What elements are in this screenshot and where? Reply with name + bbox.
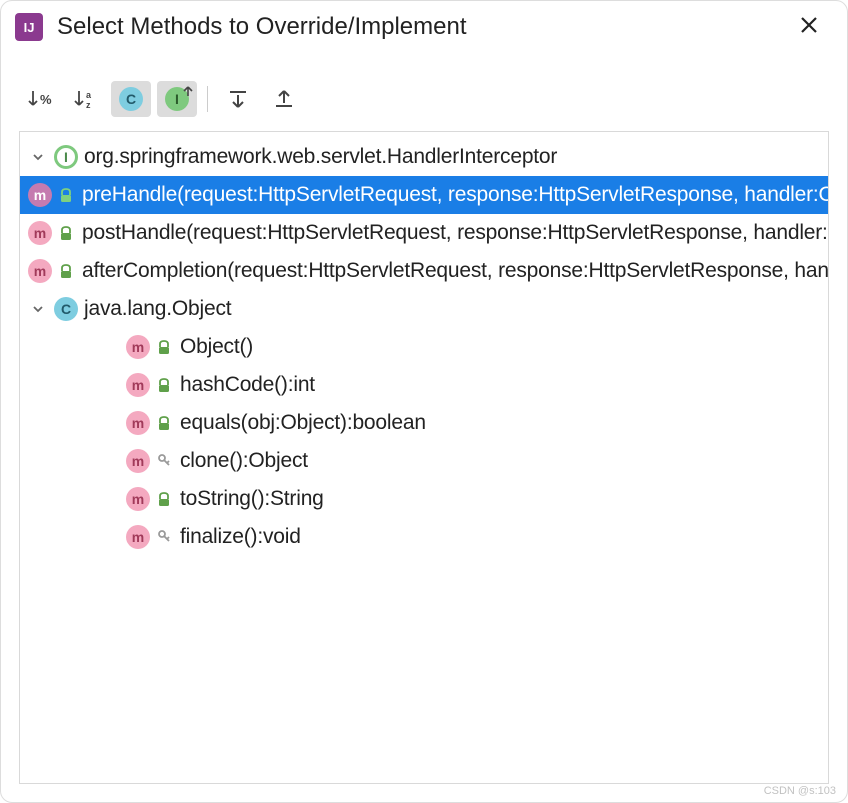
show-classes-button[interactable]: C <box>111 81 151 117</box>
toolbar-separator <box>207 86 208 112</box>
tree-method-row[interactable]: m clone():Object <box>20 442 828 480</box>
tree-method-label: toString():String <box>180 487 324 511</box>
chevron-down-icon <box>28 150 48 164</box>
method-badge-icon: m <box>126 373 150 397</box>
sort-alpha-button[interactable]: a z <box>65 81 105 117</box>
show-interfaces-button[interactable]: I <box>157 81 197 117</box>
method-tree[interactable]: I org.springframework.web.servlet.Handle… <box>19 131 829 784</box>
expand-all-icon <box>226 87 250 111</box>
tree-group-interface[interactable]: I org.springframework.web.servlet.Handle… <box>20 138 828 176</box>
toolbar: % a z C I <box>1 53 847 131</box>
method-badge-icon: m <box>28 221 52 245</box>
close-icon <box>799 15 819 35</box>
method-badge-icon: m <box>126 487 150 511</box>
class-icon: C <box>119 87 143 111</box>
method-badge-icon: m <box>28 259 52 283</box>
tree-method-row[interactable]: m afterCompletion(request:HttpServletReq… <box>20 252 828 290</box>
method-badge-icon: m <box>126 411 150 435</box>
method-badge-icon: m <box>28 183 52 207</box>
public-lock-icon <box>156 415 172 431</box>
tree-method-label: preHandle(request:HttpServletRequest, re… <box>82 183 828 207</box>
tree-method-label: equals(obj:Object):boolean <box>180 411 426 435</box>
tree-group-label: org.springframework.web.servlet.HandlerI… <box>84 145 557 169</box>
public-lock-icon <box>156 377 172 393</box>
tree-group-label: java.lang.Object <box>84 297 231 321</box>
tree-method-row[interactable]: m finalize():void <box>20 518 828 556</box>
public-lock-icon <box>58 263 74 279</box>
override-dialog: IJ Select Methods to Override/Implement … <box>0 0 848 803</box>
protected-key-icon <box>156 529 172 545</box>
up-arrow-icon <box>183 85 193 97</box>
tree-method-label: clone():Object <box>180 449 308 473</box>
watermark: CSDN @s:103 <box>764 785 836 797</box>
svg-text:a: a <box>86 90 92 100</box>
collapse-all-button[interactable] <box>264 81 304 117</box>
sort-percent-icon: % <box>26 86 52 112</box>
tree-method-row[interactable]: m postHandle(request:HttpServletRequest,… <box>20 214 828 252</box>
public-lock-icon <box>58 187 74 203</box>
tree-method-label: afterCompletion(request:HttpServletReque… <box>82 259 828 283</box>
class-badge-icon: C <box>54 297 78 321</box>
interface-badge-icon: I <box>54 145 78 169</box>
tree-group-class[interactable]: C java.lang.Object <box>20 290 828 328</box>
tree-method-row[interactable]: m hashCode():int <box>20 366 828 404</box>
method-badge-icon: m <box>126 525 150 549</box>
tree-method-row[interactable]: m Object() <box>20 328 828 366</box>
public-lock-icon <box>156 339 172 355</box>
expand-all-button[interactable] <box>218 81 258 117</box>
tree-method-row[interactable]: m equals(obj:Object):boolean <box>20 404 828 442</box>
tree-method-row[interactable]: m preHandle(request:HttpServletRequest, … <box>20 176 828 214</box>
sort-alpha-icon: a z <box>72 86 98 112</box>
collapse-all-icon <box>272 87 296 111</box>
dialog-title: Select Methods to Override/Implement <box>57 13 777 41</box>
tree-method-label: postHandle(request:HttpServletRequest, r… <box>82 221 828 245</box>
tree-method-row[interactable]: m toString():String <box>20 480 828 518</box>
svg-text:z: z <box>86 100 91 110</box>
titlebar: IJ Select Methods to Override/Implement <box>1 1 847 53</box>
public-lock-icon <box>156 491 172 507</box>
chevron-down-icon <box>28 302 48 316</box>
method-badge-icon: m <box>126 449 150 473</box>
sort-by-percent-button[interactable]: % <box>19 81 59 117</box>
tree-method-label: hashCode():int <box>180 373 315 397</box>
svg-text:%: % <box>40 92 52 107</box>
intellij-icon: IJ <box>15 13 43 41</box>
tree-method-label: finalize():void <box>180 525 301 549</box>
close-button[interactable] <box>791 11 827 43</box>
public-lock-icon <box>58 225 74 241</box>
method-badge-icon: m <box>126 335 150 359</box>
tree-method-label: Object() <box>180 335 253 359</box>
protected-key-icon <box>156 453 172 469</box>
